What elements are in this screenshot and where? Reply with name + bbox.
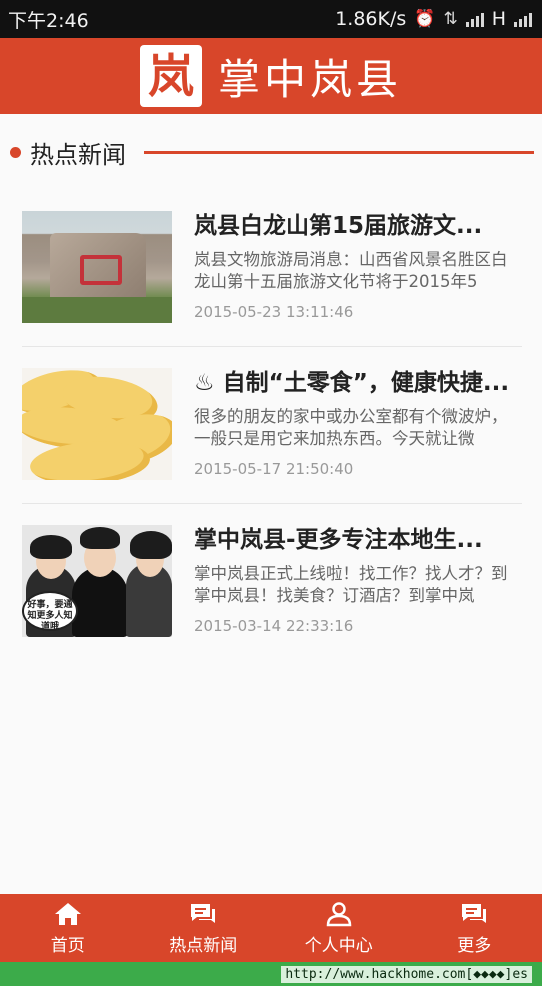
news-title: ♨ 自制“土零食”，健康快捷... xyxy=(194,370,510,396)
image-caption-bubble: 好事，要通知更多人知道哦 xyxy=(22,591,78,632)
more-chat-icon xyxy=(459,900,489,928)
nav-label: 个人中心 xyxy=(304,936,373,956)
person-icon xyxy=(324,900,354,928)
signal-icon-2 xyxy=(514,11,532,27)
logo-mark: 岚 xyxy=(147,49,194,103)
status-bar: 下午2:46 1.86K/s ⏰ ⇅ H xyxy=(0,0,542,38)
watermark-bar: http://www.hackhome.com[◆◆◆◆]es xyxy=(0,962,542,986)
app-title: 掌中岚县 xyxy=(217,54,402,104)
alarm-icon: ⏰ xyxy=(414,9,436,29)
news-item[interactable]: ♨ 自制“土零食”，健康快捷... 很多的朋友的家中或办公室都有个微波炉，一般只… xyxy=(22,347,522,504)
bottom-nav: 首页 热点新闻 个人中心 更多 xyxy=(0,894,542,962)
news-date: 2015-03-14 22:33:16 xyxy=(194,617,354,635)
news-item[interactable]: 好事，要通知更多人知道哦 掌中岚县-更多专注本地生... 掌中岚县正式上线啦！找… xyxy=(22,504,522,661)
news-date: 2015-05-23 13:11:46 xyxy=(194,303,354,321)
section-header: 热点新闻 xyxy=(0,130,542,174)
news-summary: 岚县文物旅游局消息：山西省风景名胜区白龙山第十五届旅游文化节将于2015年5 xyxy=(194,250,508,291)
watermark-text: http://www.hackhome.com[◆◆◆◆]es xyxy=(281,965,532,983)
home-icon xyxy=(53,900,83,928)
section-bullet xyxy=(10,146,21,158)
data-transfer-icon: ⇅ xyxy=(443,9,458,29)
app-header: 岚 掌中岚县 xyxy=(0,38,542,114)
section-title: 热点新闻 xyxy=(30,140,126,169)
section-divider xyxy=(144,150,534,154)
news-thumbnail xyxy=(22,211,172,323)
news-list: 岚县白龙山第15届旅游文... 岚县文物旅游局消息：山西省风景名胜区白龙山第十五… xyxy=(22,190,522,661)
nav-more[interactable]: 更多 xyxy=(407,894,542,962)
news-summary: 很多的朋友的家中或办公室都有个微波炉，一般只是用它来加热东西。今天就让微 xyxy=(194,407,508,448)
news-summary: 掌中岚县正式上线啦！找工作？找人才？到掌中岚县！找美食？订酒店？到掌中岚 xyxy=(194,564,508,605)
status-time: 下午2:46 xyxy=(8,9,89,32)
network-speed: 1.86K/s xyxy=(335,8,407,30)
nav-label: 更多 xyxy=(457,936,492,956)
network-type: H xyxy=(491,8,506,30)
news-title: 掌中岚县-更多专注本地生... xyxy=(194,527,483,553)
nav-label: 热点新闻 xyxy=(169,936,238,956)
nav-home[interactable]: 首页 xyxy=(0,894,136,962)
app-logo: 岚 xyxy=(139,45,202,107)
chat-icon xyxy=(188,900,218,928)
news-date: 2015-05-17 21:50:40 xyxy=(194,460,354,478)
news-title: 岚县白龙山第15届旅游文... xyxy=(194,213,483,239)
news-thumbnail xyxy=(22,368,172,480)
signal-icon xyxy=(465,11,484,27)
nav-profile[interactable]: 个人中心 xyxy=(271,894,407,962)
news-thumbnail: 好事，要通知更多人知道哦 xyxy=(22,525,172,637)
nav-label: 首页 xyxy=(50,936,85,956)
nav-hot-news[interactable]: 热点新闻 xyxy=(136,894,272,962)
app-screen: 下午2:46 1.86K/s ⏰ ⇅ H 岚 掌中岚县 热点新闻 岚县白龙山第1… xyxy=(0,0,542,986)
news-item[interactable]: 岚县白龙山第15届旅游文... 岚县文物旅游局消息：山西省风景名胜区白龙山第十五… xyxy=(22,190,522,347)
